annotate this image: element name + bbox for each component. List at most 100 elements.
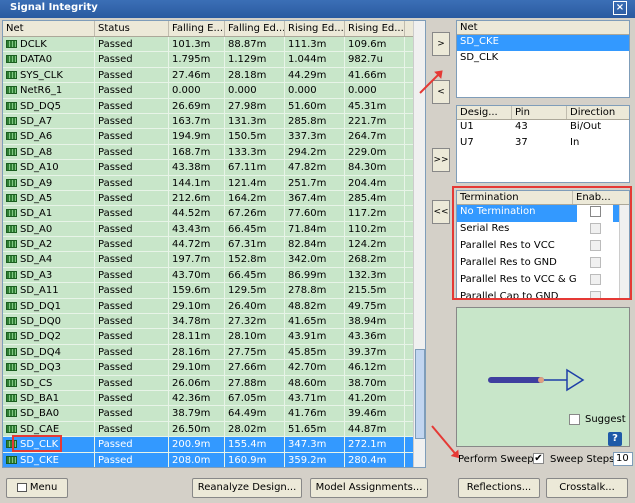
net-value-cell: 28.16m [169, 344, 225, 360]
remove-net-button[interactable]: < [432, 80, 450, 104]
net-value-cell: Passed [95, 160, 169, 175]
net-name: SD_A0 [20, 223, 53, 235]
net-row[interactable]: SD_DQ1 Passed 29.10m 26.40m 48.82m 49.75m [3, 298, 425, 315]
net-value-cell: 194.9m [169, 129, 225, 144]
net-row[interactable]: SD_A3 Passed 43.70m 66.45m 86.99m 132.3m [3, 267, 425, 284]
net-value-cell: Passed [95, 375, 169, 390]
sd-clk-highlight-box [12, 435, 62, 452]
net-row[interactable]: SD_BA0 Passed 38.79m 64.49m 41.76m 39.46m [3, 406, 425, 422]
net-column-header[interactable]: Rising Ed... [345, 21, 405, 36]
net-icon [6, 347, 17, 356]
net-value-cell: Passed [95, 98, 169, 113]
net-value-cell: 0.000 [285, 83, 345, 98]
net-name-cell: SD_A5 [3, 190, 95, 206]
net-value-cell: 150.5m [225, 129, 285, 144]
net-name-cell: SD_A1 [3, 206, 95, 221]
net-row[interactable]: SD_CAE Passed 26.50m 28.02m 51.65m 44.87m [3, 421, 425, 438]
net-icon [6, 255, 17, 264]
net-value-cell: 111.3m [285, 37, 345, 52]
net-icon [6, 455, 17, 464]
net-row[interactable]: SD_A10 Passed 43.38m 67.11m 47.82m 84.30m [3, 160, 425, 176]
net-row[interactable]: SYS_CLK Passed 27.46m 28.18m 44.29m 41.66m [3, 67, 425, 84]
net-row[interactable]: SD_A5 Passed 212.6m 164.2m 367.4m 285.4m [3, 190, 425, 207]
designator-row[interactable]: U7 37 In [457, 136, 629, 152]
net-value-cell: 49.75m [345, 298, 405, 314]
net-row[interactable]: SD_A8 Passed 168.7m 133.3m 294.2m 229.0m [3, 144, 425, 161]
net-column-header[interactable]: Falling E... [169, 21, 225, 36]
net-row[interactable]: SD_DQ3 Passed 29.10m 27.66m 42.70m 46.12m [3, 360, 425, 376]
net-row[interactable]: DATA0 Passed 1.795m 1.129m 1.044m 982.7u [3, 52, 425, 68]
suggest-checkbox[interactable] [569, 414, 580, 425]
net-value-cell: 129.5m [225, 283, 285, 298]
net-value-cell: 0.000 [169, 83, 225, 98]
net-row[interactable]: NetR6_1 Passed 0.000 0.000 0.000 0.000 [3, 83, 425, 99]
net-value-cell: 46.12m [345, 360, 405, 375]
net-row[interactable]: SD_DQ5 Passed 26.69m 27.98m 51.60m 45.31m [3, 98, 425, 114]
net-name: SD_A10 [20, 162, 59, 174]
reflections-button[interactable]: Reflections... [458, 478, 540, 498]
net-value-cell: Passed [95, 421, 169, 437]
help-icon[interactable]: ? [608, 432, 622, 446]
net-value-cell: 66.45m [225, 267, 285, 283]
net-icon [6, 147, 17, 156]
net-name-cell: DATA0 [3, 52, 95, 67]
net-value-cell: 124.2m [345, 237, 405, 252]
net-row[interactable]: SD_DQ2 Passed 28.11m 28.10m 43.91m 43.36m [3, 329, 425, 345]
net-value-cell: Passed [95, 267, 169, 283]
net-column-header[interactable]: Falling Ed... [225, 21, 285, 36]
menu-button[interactable]: Menu [6, 478, 68, 498]
net-value-cell: Passed [95, 113, 169, 129]
net-value-cell: Passed [95, 206, 169, 221]
net-value-cell: 272.1m [345, 437, 405, 452]
net-name-cell: DCLK [3, 37, 95, 52]
selected-net-item[interactable]: SD_CLK [457, 51, 629, 67]
net-row[interactable]: SD_A11 Passed 159.6m 129.5m 278.8m 215.5m [3, 283, 425, 299]
net-row[interactable]: SD_A9 Passed 144.1m 121.4m 251.7m 204.4m [3, 175, 425, 191]
net-value-cell: 45.31m [345, 98, 405, 113]
net-row[interactable]: SD_A2 Passed 44.72m 67.31m 82.84m 124.2m [3, 237, 425, 253]
net-name-cell: SD_CKE [3, 452, 95, 467]
perform-sweep-checkbox[interactable]: ✔ [533, 453, 544, 464]
net-row[interactable]: SD_A6 Passed 194.9m 150.5m 337.3m 264.7m [3, 129, 425, 145]
add-net-button[interactable]: > [432, 32, 450, 56]
net-column-header[interactable]: Status [95, 21, 169, 36]
model-assignments-button[interactable]: Model Assignments... [310, 478, 428, 498]
net-row[interactable]: SD_CKE Passed 208.0m 160.9m 359.2m 280.4m [3, 452, 425, 467]
net-name: SYS_CLK [20, 69, 63, 81]
net-value-cell: 67.26m [225, 206, 285, 221]
net-name: SD_A11 [20, 285, 59, 297]
net-value-cell: 43.91m [285, 329, 345, 344]
net-row[interactable]: SD_DQ4 Passed 28.16m 27.75m 45.85m 39.37m [3, 344, 425, 361]
net-row[interactable]: SD_A7 Passed 163.7m 131.3m 285.8m 221.7m [3, 113, 425, 130]
net-row[interactable]: SD_A1 Passed 44.52m 67.26m 77.60m 117.2m [3, 206, 425, 222]
sweep-steps-input[interactable]: 10 [613, 452, 633, 466]
add-all-nets-button[interactable]: >> [432, 148, 450, 172]
net-row[interactable]: SD_A0 Passed 43.43m 66.45m 71.84m 110.2m [3, 221, 425, 238]
net-name: SD_CAE [20, 423, 60, 435]
net-value-cell: 132.3m [345, 267, 405, 283]
net-value-cell: 221.7m [345, 113, 405, 129]
net-name: DCLK [20, 39, 47, 50]
net-row[interactable]: SD_A4 Passed 197.7m 152.8m 342.0m 268.2m [3, 252, 425, 268]
net-value-cell: 229.0m [345, 144, 405, 160]
selected-net-item[interactable]: SD_CKE [457, 35, 629, 51]
close-icon[interactable]: × [613, 1, 627, 15]
net-icon [6, 301, 17, 310]
remove-all-nets-button[interactable]: << [432, 200, 450, 224]
net-row[interactable]: SD_BA1 Passed 42.36m 67.05m 43.71m 41.20m [3, 390, 425, 407]
net-column-header[interactable]: Rising Ed... [285, 21, 345, 36]
net-row[interactable]: SD_CLK Passed 200.9m 155.4m 347.3m 272.1m [3, 437, 425, 453]
crosstalk-button[interactable]: Crosstalk... [546, 478, 628, 498]
net-row[interactable]: SD_CS Passed 26.06m 27.88m 48.60m 38.70m [3, 375, 425, 391]
net-value-cell: 44.52m [169, 206, 225, 221]
selected-nets-header: Net [457, 21, 629, 35]
reanalyze-design-button[interactable]: Reanalyze Design... [192, 478, 302, 498]
net-value-cell: 41.65m [285, 314, 345, 329]
net-value-cell: 27.98m [225, 98, 285, 113]
scroll-thumb[interactable] [415, 349, 425, 439]
net-row[interactable]: DCLK Passed 101.3m 88.87m 111.3m 109.6m [3, 37, 425, 53]
net-row[interactable]: SD_DQ0 Passed 34.78m 27.32m 41.65m 38.94m [3, 314, 425, 330]
net-value-cell: 117.2m [345, 206, 405, 221]
net-column-header[interactable]: Net [3, 21, 95, 36]
designator-row[interactable]: U1 43 Bi/Out [457, 120, 629, 136]
